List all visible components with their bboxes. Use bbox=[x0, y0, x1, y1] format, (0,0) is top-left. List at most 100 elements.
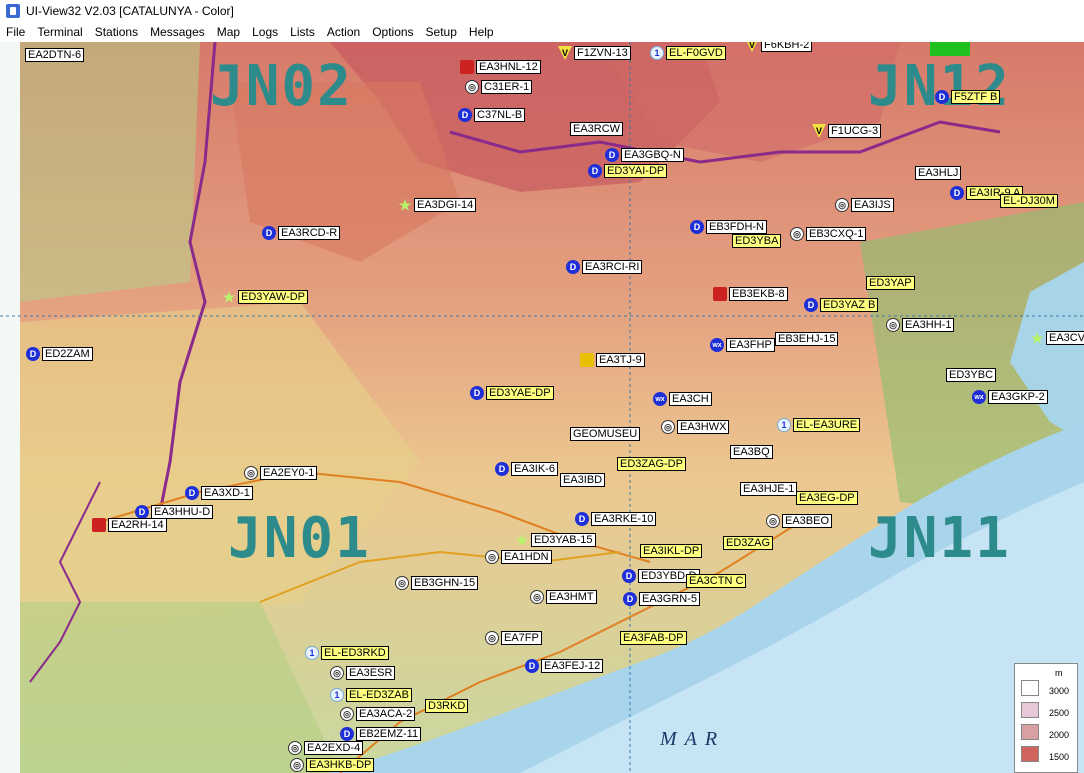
station-marker[interactable]: D EA3RCI-RI bbox=[566, 260, 643, 274]
station-marker[interactable]: ◎ EA2EXD-4 bbox=[288, 741, 364, 755]
station-marker[interactable]: ★ EA3DGI-14 bbox=[398, 197, 477, 213]
station-marker[interactable]: ◎ EB3GHN-15 bbox=[395, 576, 479, 590]
station-marker[interactable]: EA3FAB-DP bbox=[620, 631, 687, 645]
legend-swatch bbox=[1021, 702, 1039, 718]
station-marker[interactable]: ★ ED3YAW-DP bbox=[222, 289, 308, 305]
station-marker[interactable]: D ED3YAE-DP bbox=[470, 386, 554, 400]
station-callsign: EA3HWX bbox=[677, 420, 730, 434]
station-marker[interactable]: V F1UCG-3 bbox=[812, 124, 882, 138]
station-marker[interactable]: 1 EL-ED3ZAB bbox=[330, 688, 412, 702]
station-marker[interactable]: V F6KBH-2 bbox=[745, 42, 813, 52]
station-marker[interactable]: ◎ EA3HWX bbox=[661, 420, 730, 434]
station-callsign: D3RKD bbox=[425, 699, 469, 713]
station-callsign: EB3EKB-8 bbox=[729, 287, 788, 301]
station-marker[interactable]: EA3HJE-1 bbox=[740, 482, 798, 496]
station-marker[interactable]: D ED2ZAM bbox=[26, 347, 93, 361]
station-marker[interactable]: ◎ EA2EY0-1 bbox=[244, 466, 318, 480]
station-marker[interactable]: D EA3IK-6 bbox=[495, 462, 558, 476]
station-callsign: F5ZTF B bbox=[951, 90, 1001, 104]
station-marker[interactable]: EL-DJ30M bbox=[1000, 194, 1058, 208]
menu-lists[interactable]: Lists bbox=[284, 25, 321, 39]
elevation-legend: m 3000 2500 2000 1500 bbox=[1014, 663, 1078, 773]
station-marker[interactable]: ◎ EA7FP bbox=[485, 631, 542, 645]
station-num-icon: 1 bbox=[777, 418, 791, 432]
station-marker[interactable]: EA2RH-14 bbox=[92, 518, 167, 532]
station-marker[interactable]: D C37NL-B bbox=[458, 108, 526, 122]
station-marker[interactable]: V F1ZVN-13 bbox=[558, 46, 631, 60]
station-callsign: EB3CXQ-1 bbox=[806, 227, 867, 241]
station-marker[interactable]: EA3HLJ bbox=[915, 166, 962, 180]
station-marker[interactable]: ◎ EA1HDN bbox=[485, 550, 552, 564]
station-marker[interactable]: ◎ EA3ACA-2 bbox=[340, 707, 416, 721]
station-marker[interactable]: EA3TJ-9 bbox=[580, 353, 645, 367]
station-marker[interactable]: ◎ EA3IJS bbox=[835, 198, 894, 212]
station-marker[interactable]: wx EA3GKP-2 bbox=[972, 390, 1048, 404]
station-callsign: EA3DGI-14 bbox=[414, 198, 477, 212]
station-marker[interactable]: GEOMUSEU bbox=[570, 427, 641, 441]
menu-map[interactable]: Map bbox=[211, 25, 246, 39]
station-marker[interactable]: ED3YBC bbox=[946, 368, 997, 382]
station-d-icon: D bbox=[690, 220, 704, 234]
station-marker[interactable]: wx EA3FHP bbox=[710, 338, 775, 352]
station-marker[interactable]: 1 EL-F0GVD bbox=[650, 46, 726, 60]
menu-logs[interactable]: Logs bbox=[246, 25, 284, 39]
station-marker[interactable]: ED3ZAG bbox=[723, 536, 774, 550]
station-marker[interactable]: D3RKD bbox=[425, 699, 469, 713]
station-marker[interactable]: 1 EL-EA3URE bbox=[777, 418, 861, 432]
station-dig-icon: ◎ bbox=[530, 590, 544, 604]
station-marker[interactable]: EB3EHJ-15 bbox=[775, 332, 839, 346]
station-marker[interactable]: D EB3FDH-N bbox=[690, 220, 768, 234]
station-marker[interactable]: D F5ZTF B bbox=[935, 90, 1001, 104]
station-marker[interactable]: EA3BQ bbox=[730, 445, 773, 459]
station-marker[interactable]: ED3ZAG-DP bbox=[617, 457, 686, 471]
station-marker[interactable]: 1 EL-ED3RKD bbox=[305, 646, 389, 660]
menu-help[interactable]: Help bbox=[463, 25, 500, 39]
station-callsign: EA3IKL-DP bbox=[640, 544, 703, 558]
station-marker[interactable]: wx EA3CH bbox=[653, 392, 712, 406]
station-marker[interactable]: ★ EA3CV bbox=[1030, 330, 1084, 346]
station-marker[interactable]: D EA3GBQ-N bbox=[605, 148, 684, 162]
station-marker[interactable]: ◎ EA3ESR bbox=[330, 666, 396, 680]
station-marker[interactable]: D EB2EMZ-11 bbox=[340, 727, 422, 741]
station-marker[interactable]: EB3EKB-8 bbox=[713, 287, 788, 301]
station-marker[interactable]: ◎ EA3HKB-DP bbox=[290, 758, 375, 772]
station-callsign: ED3YBA bbox=[732, 234, 782, 248]
window-title: UI-View32 V2.03 [CATALUNYA - Color] bbox=[26, 4, 234, 18]
menu-action[interactable]: Action bbox=[321, 25, 366, 39]
menu-options[interactable]: Options bbox=[366, 25, 419, 39]
menu-stations[interactable]: Stations bbox=[89, 25, 144, 39]
station-marker[interactable]: ED3YAP bbox=[866, 276, 915, 290]
station-marker[interactable]: EA3IKL-DP bbox=[640, 544, 703, 558]
station-marker[interactable]: ◎ C31ER-1 bbox=[465, 80, 533, 94]
station-marker[interactable]: EA3RCW bbox=[570, 122, 624, 136]
station-marker[interactable]: EA3CTN C bbox=[686, 574, 747, 588]
station-marker[interactable]: ◎ EA3HMT bbox=[530, 590, 597, 604]
station-marker[interactable]: ED3YBA bbox=[732, 234, 782, 248]
station-marker[interactable]: ◎ EB3CXQ-1 bbox=[790, 227, 867, 241]
station-marker[interactable]: EA2DTN-6 bbox=[25, 48, 85, 62]
station-marker[interactable]: ◎ EA3HH-1 bbox=[886, 318, 955, 332]
station-wx-icon: wx bbox=[653, 392, 667, 406]
station-marker[interactable]: D ED3YAI-DP bbox=[588, 164, 668, 178]
station-marker[interactable]: EA3EG-DP bbox=[796, 491, 858, 505]
station-marker[interactable]: D EA3GRN-5 bbox=[623, 592, 701, 606]
station-marker[interactable]: D EA3RCD-R bbox=[262, 226, 341, 240]
station-marker[interactable]: ◎ EA3BEO bbox=[766, 514, 833, 528]
menu-setup[interactable]: Setup bbox=[420, 25, 463, 39]
station-marker[interactable]: D EA3FEJ-12 bbox=[525, 659, 604, 673]
station-marker[interactable]: ★ ED3YAB-15 bbox=[515, 532, 596, 548]
menu-terminal[interactable]: Terminal bbox=[31, 25, 88, 39]
station-callsign: EA3RCD-R bbox=[278, 226, 341, 240]
station-marker[interactable]: D EA3HHU-D bbox=[135, 505, 214, 519]
station-callsign: EA3GBQ-N bbox=[621, 148, 684, 162]
station-callsign: EA3IK-6 bbox=[511, 462, 558, 476]
map-view[interactable]: JN02 JN12 JN01 JN11 MAR EA2DTN-6 EA3HNL-1… bbox=[0, 42, 1084, 773]
station-marker[interactable]: EA3HNL-12 bbox=[460, 60, 541, 74]
menu-messages[interactable]: Messages bbox=[144, 25, 211, 39]
station-marker[interactable]: EA3IBD bbox=[560, 473, 606, 487]
station-marker[interactable]: D EA3RKE-10 bbox=[575, 512, 657, 526]
menu-file[interactable]: File bbox=[0, 25, 31, 39]
station-dig-icon: ◎ bbox=[766, 514, 780, 528]
station-marker[interactable]: D ED3YAZ B bbox=[804, 298, 879, 312]
station-marker[interactable]: D EA3XD-1 bbox=[185, 486, 253, 500]
